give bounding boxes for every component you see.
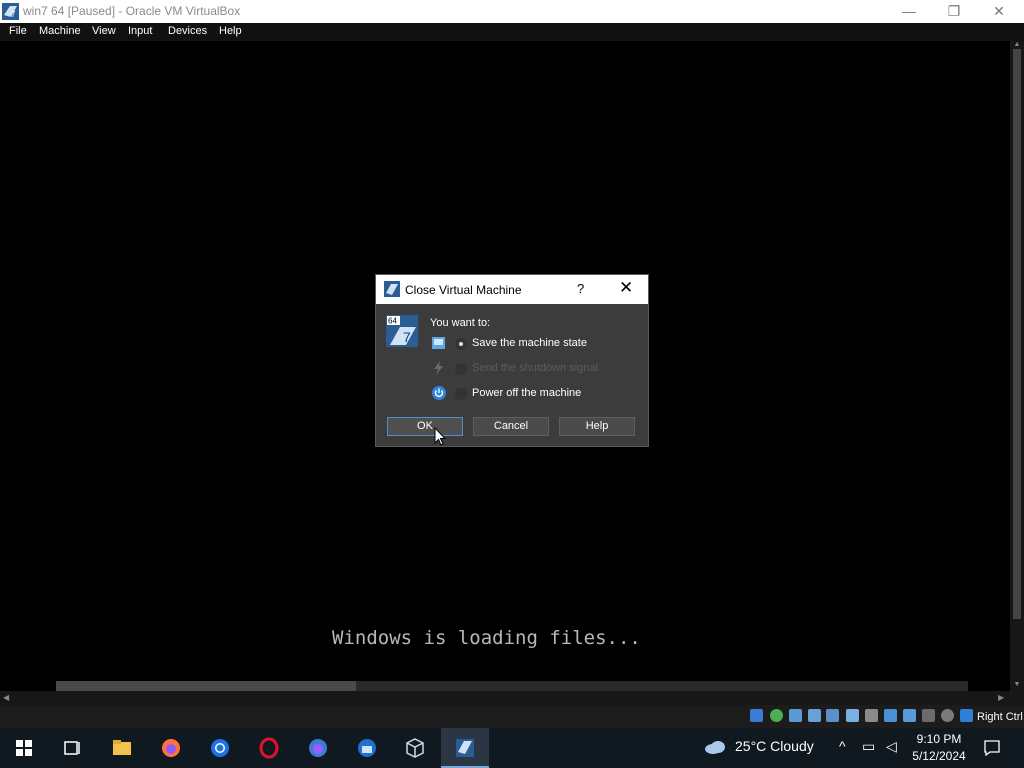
display-icon[interactable] [884,709,897,722]
option-save-state[interactable]: Save the machine state [431,335,641,353]
network-icon[interactable] [826,709,839,722]
virtualbox-icon [406,738,424,758]
cloud-icon [705,741,725,754]
menu-file[interactable]: File [9,25,27,37]
save-state-icon [432,337,445,349]
show-hidden-icons-chevron-icon[interactable]: ^ [839,738,846,754]
power-icon [432,386,446,400]
dialog-titlebar: Close Virtual Machine ? ✕ [376,275,648,304]
virtualbox-vm-icon [456,739,474,757]
virtualbox-vm-icon: 7 [2,3,19,20]
chrome-icon [211,739,229,757]
svg-text:7: 7 [403,329,411,345]
menu-bar: File Machine View Input Devices Help [0,23,1024,41]
video-capture-icon[interactable] [903,709,916,722]
window-titlebar: 7 win7 64 [Paused] - Oracle VM VirtualBo… [0,0,1024,23]
firefox-developer-icon [309,739,327,757]
optical-drive-icon[interactable] [770,709,783,722]
firefox-icon [162,739,180,757]
taskbar-clock[interactable]: 9:10 PM 5/12/2024 [910,731,968,765]
save-state-radio[interactable] [455,338,467,350]
taskbar-opera[interactable] [245,728,293,768]
menu-help[interactable]: Help [219,25,242,37]
task-view-icon [64,741,80,755]
volume-muted-icon[interactable]: ◁ [886,738,897,755]
vertical-scrollbar[interactable]: ▲ ▼ [1010,41,1024,691]
taskbar-firefox[interactable] [147,728,195,768]
mouse-pointer-icon [434,427,446,446]
mouse-integration-icon[interactable] [941,709,954,722]
cancel-button[interactable]: Cancel [473,417,549,436]
svg-text:7: 7 [11,10,16,19]
power-off-radio[interactable] [455,388,467,400]
taskbar-chrome[interactable] [196,728,244,768]
option-shutdown-signal: Send the shutdown signal [431,360,641,378]
vm-status-bar: Right Ctrl [0,705,1024,728]
close-vm-dialog: Close Virtual Machine ? ✕ 64 7 You want … [375,274,649,447]
option-label: Power off the machine [472,387,582,399]
scroll-up-arrow[interactable]: ▲ [1010,41,1024,49]
notification-icon[interactable] [983,739,1001,757]
weather-text[interactable]: 25°C Cloudy [735,738,814,754]
clock-time: 9:10 PM [916,732,962,746]
taskbar-virtualbox-vm[interactable] [441,728,489,768]
restore-button[interactable]: ❐ [931,0,977,23]
win7-64-os-icon: 64 7 [386,315,418,347]
scroll-right-arrow[interactable]: ▶ [998,693,1004,702]
floppy-icon[interactable] [789,709,802,722]
taskbar-file-explorer[interactable] [98,728,146,768]
option-label: Send the shutdown signal [472,362,598,374]
minimize-button[interactable]: — [886,0,932,23]
cpu-icon[interactable] [922,709,935,722]
opera-icon [259,737,279,759]
vertical-scroll-thumb[interactable] [1013,49,1021,619]
ok-button[interactable]: OK [387,417,463,436]
windows-taskbar: 25°C Cloudy ^ ▭ ◁ 9:10 PM 5/12/2024 [0,728,1024,768]
clock-date: 5/12/2024 [912,749,966,763]
lightning-icon [434,361,443,375]
network-tray-icon[interactable]: ▭ [862,738,875,755]
start-button[interactable] [0,728,48,768]
menu-input[interactable]: Input [128,25,152,37]
shared-folders-icon[interactable] [865,709,878,722]
taskbar-thunderbird[interactable] [343,728,391,768]
scroll-left-arrow[interactable]: ◀ [3,693,9,702]
file-explorer-icon [113,740,131,755]
audio-icon[interactable] [808,709,821,722]
horizontal-scrollbar[interactable]: ◀ ▶ [0,681,1024,705]
help-button[interactable]: Help [559,417,635,436]
hard-disk-icon[interactable] [750,709,763,722]
svg-text:64: 64 [388,317,397,326]
task-view-button[interactable] [48,728,96,768]
close-window-button[interactable]: ✕ [976,0,1022,23]
taskbar-firefox-developer[interactable] [294,728,342,768]
option-power-off[interactable]: Power off the machine [431,385,641,403]
dialog-close-icon[interactable]: ✕ [619,278,633,298]
host-key-label: Right Ctrl [977,711,1023,723]
horizontal-scroll-thumb[interactable] [56,681,356,691]
menu-machine[interactable]: Machine [39,25,81,37]
option-label: Save the machine state [472,337,587,349]
virtualbox-vm-icon [384,281,400,297]
vm-loading-text: Windows is loading files... [332,627,641,649]
shutdown-signal-radio [455,363,467,375]
menu-devices[interactable]: Devices [168,25,207,37]
windows-logo-icon [16,740,32,756]
keyboard-icon[interactable] [960,709,973,722]
dialog-help-icon[interactable]: ? [577,281,584,296]
thunderbird-icon [358,739,376,757]
dialog-prompt: You want to: [430,317,491,329]
dialog-title: Close Virtual Machine [405,283,522,297]
menu-view[interactable]: View [92,25,116,37]
taskbar-virtualbox[interactable] [391,728,439,768]
usb-icon[interactable] [846,709,859,722]
window-title: win7 64 [Paused] - Oracle VM VirtualBox [23,4,241,18]
scroll-down-arrow[interactable]: ▼ [1010,681,1024,689]
